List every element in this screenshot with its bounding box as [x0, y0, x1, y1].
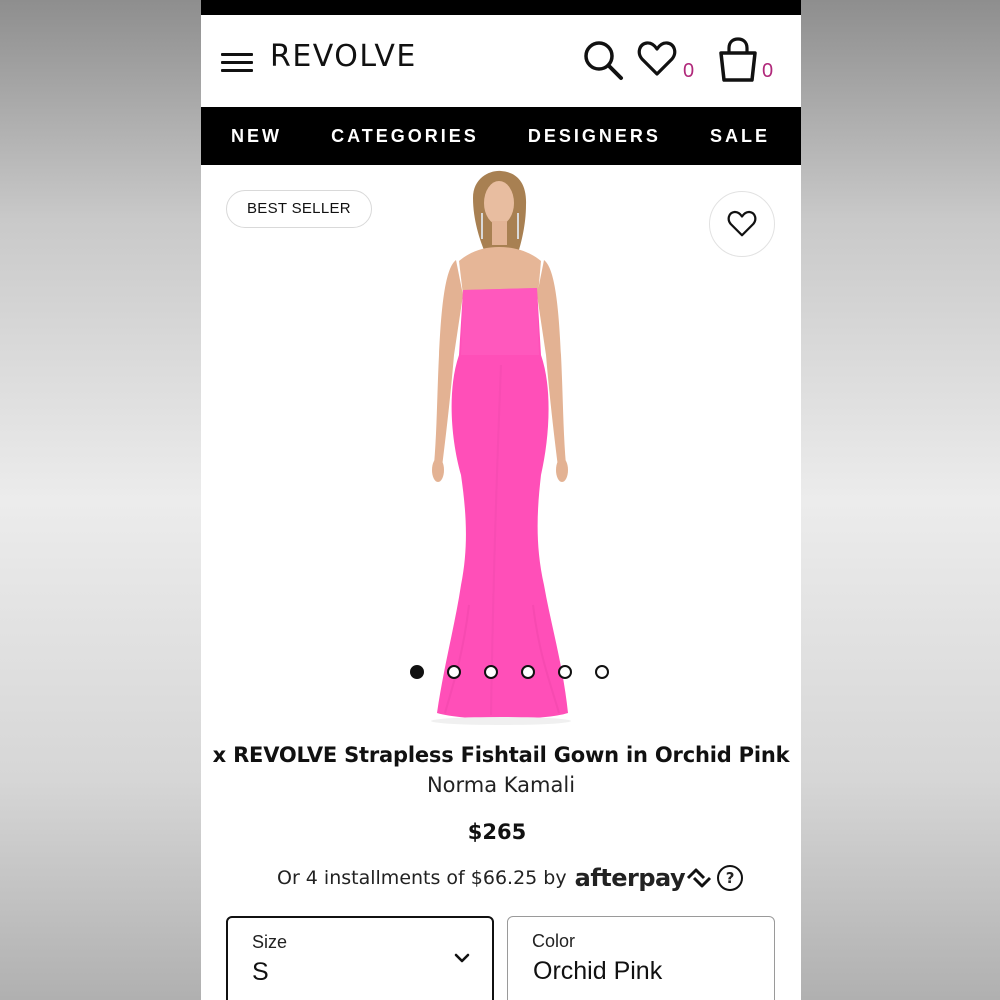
menu-icon[interactable] [221, 53, 253, 73]
installments-info: Or 4 installments of $66.25 by afterpay … [277, 864, 744, 892]
add-to-wishlist-button[interactable] [709, 191, 775, 257]
pagination-dot[interactable] [520, 665, 535, 679]
wishlist-heart-icon[interactable] [637, 39, 677, 79]
image-pagination [217, 665, 801, 679]
color-select-label: Color [532, 931, 576, 951]
search-icon[interactable] [582, 39, 624, 81]
size-select-label: Size [252, 932, 288, 952]
product-title: x REVOLVE Strapless Fishtail Gown in Orc… [212, 743, 790, 767]
product-designer[interactable]: Norma Kamali [201, 773, 801, 797]
nav-item-new[interactable]: NEW [231, 126, 282, 147]
wishlist-count: 0 [683, 60, 695, 82]
nav-item-sale[interactable]: SALE [710, 126, 770, 147]
pagination-dot[interactable] [409, 665, 424, 679]
cart-count: 0 [762, 60, 774, 82]
main-nav: NEW CATEGORIES DESIGNERS SALE [201, 107, 801, 165]
pagination-dot[interactable] [557, 665, 572, 679]
pagination-dot[interactable] [594, 665, 609, 679]
nav-item-designers[interactable]: DESIGNERS [528, 126, 661, 147]
color-select-value: Orchid Pink [533, 957, 663, 985]
size-select[interactable]: Size S [226, 916, 494, 1000]
product-price: $265 [467, 820, 527, 844]
nav-item-categories[interactable]: CATEGORIES [331, 126, 479, 147]
product-page: REVOLVE 0 0 NEW CATEGORIES DESIGNERS SAL… [201, 0, 801, 1000]
best-seller-badge: BEST SELLER [226, 190, 372, 228]
pagination-dot[interactable] [446, 665, 461, 679]
product-image [431, 170, 571, 725]
shopping-bag-icon[interactable] [717, 37, 759, 83]
header: REVOLVE 0 0 [201, 15, 801, 107]
brand-logo[interactable]: REVOLVE [270, 39, 417, 74]
color-select[interactable]: Color Orchid Pink [507, 916, 775, 1000]
afterpay-help-icon[interactable]: ? [717, 865, 744, 891]
afterpay-brand: afterpay [574, 864, 686, 892]
afterpay-logo-icon [687, 868, 712, 888]
pagination-dot[interactable] [483, 665, 498, 679]
installments-text: Or 4 installments of $66.25 by [277, 867, 567, 889]
product-image-gallery[interactable]: BEST SELLER [201, 165, 801, 730]
size-select-value: S [252, 958, 269, 986]
status-strip [201, 0, 801, 15]
heart-icon [727, 210, 757, 237]
chevron-down-icon [454, 953, 470, 963]
